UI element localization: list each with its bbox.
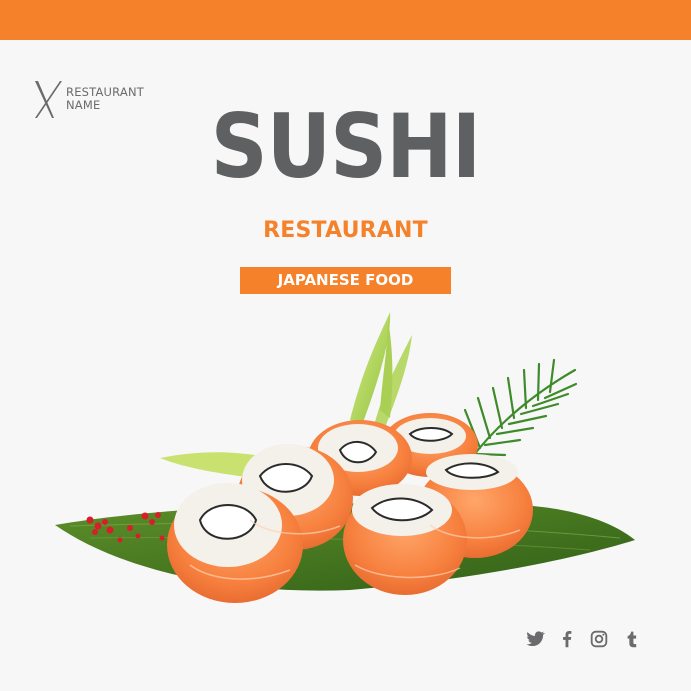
social-links <box>524 628 642 650</box>
tumblr-icon[interactable] <box>620 628 642 650</box>
sushi-poster: RESTAURANT NAME SUSHI RESTAURANT JAPANES… <box>0 0 691 691</box>
page-title: SUSHI <box>210 95 482 198</box>
category-badge: JAPANESE FOOD <box>240 267 451 294</box>
instagram-icon[interactable] <box>588 628 610 650</box>
twitter-icon[interactable] <box>524 628 546 650</box>
top-accent-bar <box>0 0 691 40</box>
page-subtitle: RESTAURANT <box>263 218 428 243</box>
facebook-icon[interactable] <box>556 628 578 650</box>
sushi-rolls-image <box>55 312 635 603</box>
